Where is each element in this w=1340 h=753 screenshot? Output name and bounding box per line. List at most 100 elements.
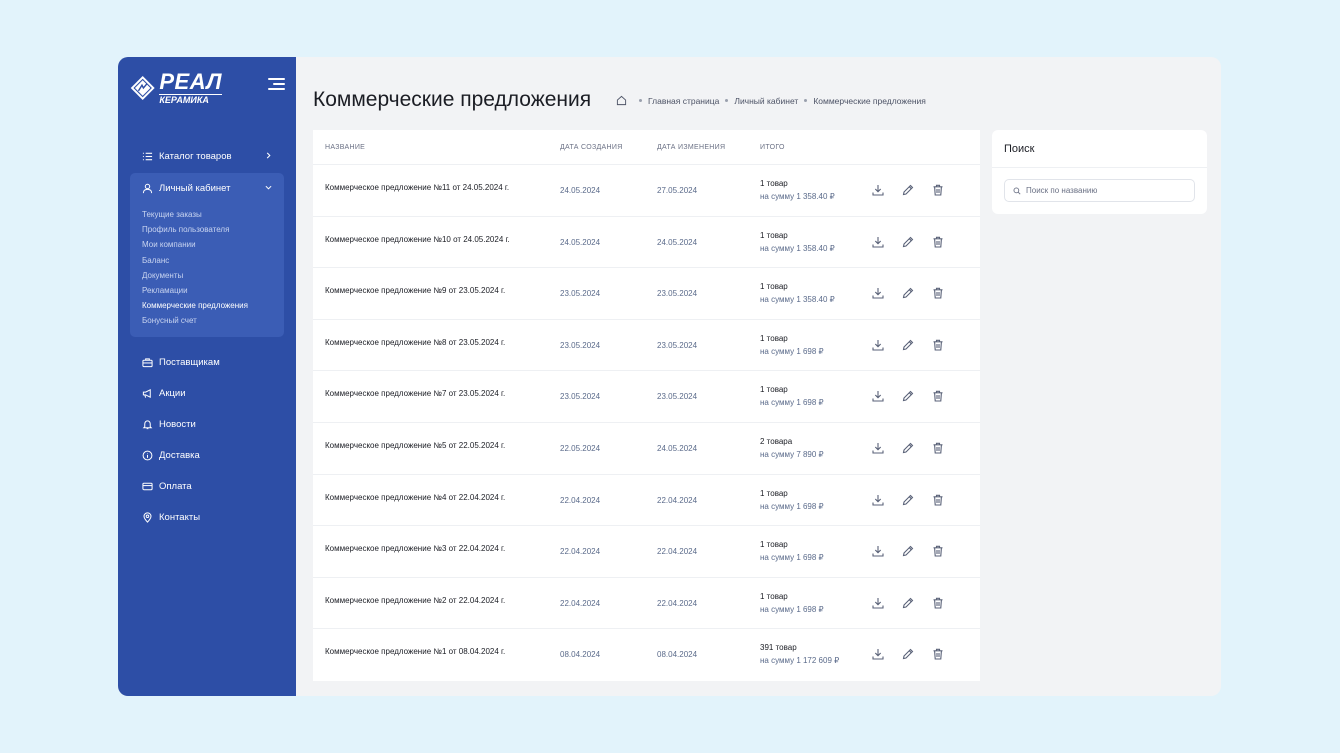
card-icon bbox=[142, 482, 153, 490]
sidebar-item-news[interactable]: Новости bbox=[130, 409, 284, 440]
trash-icon[interactable] bbox=[931, 235, 945, 249]
trash-icon[interactable] bbox=[931, 286, 945, 300]
trash-icon[interactable] bbox=[931, 493, 945, 507]
download-icon[interactable] bbox=[871, 544, 885, 558]
offer-name[interactable]: Коммерческое предложение №9 от 23.05.202… bbox=[325, 286, 505, 295]
sidebar-item-payment[interactable]: Оплата bbox=[130, 471, 284, 502]
offer-name[interactable]: Коммерческое предложение №4 от 22.04.202… bbox=[325, 493, 505, 502]
item-count: 1 товар bbox=[760, 385, 788, 395]
edit-icon[interactable] bbox=[901, 647, 915, 661]
sidebar-item-account[interactable]: Личный кабинет bbox=[130, 173, 284, 204]
total-sum: на сумму 1 698 ₽ bbox=[760, 501, 824, 511]
table-row[interactable]: Коммерческое предложение №7 от 23.05.202… bbox=[313, 371, 980, 423]
edit-icon[interactable] bbox=[901, 235, 915, 249]
search-box[interactable] bbox=[1004, 179, 1195, 202]
breadcrumb-current: Коммерческие предложения bbox=[813, 95, 926, 106]
download-icon[interactable] bbox=[871, 389, 885, 403]
download-icon[interactable] bbox=[871, 596, 885, 610]
table-row[interactable]: Коммерческое предложение №5 от 22.05.202… bbox=[313, 423, 980, 475]
account-submenu: Текущие заказы Профиль пользователя Мои … bbox=[130, 204, 284, 329]
offer-name[interactable]: Коммерческое предложение №5 от 22.05.202… bbox=[325, 441, 505, 450]
offer-name[interactable]: Коммерческое предложение №10 от 24.05.20… bbox=[325, 235, 510, 244]
trash-icon[interactable] bbox=[931, 441, 945, 455]
sidebar-item-contacts[interactable]: Контакты bbox=[130, 502, 284, 533]
edit-icon[interactable] bbox=[901, 286, 915, 300]
offer-name[interactable]: Коммерческое предложение №8 от 23.05.202… bbox=[325, 338, 505, 347]
logo-mark-icon bbox=[130, 76, 155, 100]
submenu-bonus-account[interactable]: Бонусный счет bbox=[142, 313, 284, 328]
trash-icon[interactable] bbox=[931, 338, 945, 352]
edit-icon[interactable] bbox=[901, 183, 915, 197]
download-icon[interactable] bbox=[871, 647, 885, 661]
download-icon[interactable] bbox=[871, 493, 885, 507]
home-icon[interactable] bbox=[616, 95, 627, 106]
edit-icon[interactable] bbox=[901, 338, 915, 352]
trash-icon[interactable] bbox=[931, 183, 945, 197]
edit-icon[interactable] bbox=[901, 596, 915, 610]
sidebar-item-suppliers[interactable]: Поставщикам bbox=[130, 347, 284, 378]
download-icon[interactable] bbox=[871, 441, 885, 455]
table-row[interactable]: Коммерческое предложение №4 от 22.04.202… bbox=[313, 475, 980, 527]
column-header-modified[interactable]: ДАТА ИЗМЕНЕНИЯ bbox=[657, 144, 725, 151]
sidebar-item-promos[interactable]: Акции bbox=[130, 378, 284, 409]
download-icon[interactable] bbox=[871, 338, 885, 352]
sidebar-item-catalog[interactable]: Каталог товаров bbox=[130, 141, 284, 172]
created-date: 22.04.2024 bbox=[560, 547, 601, 557]
offer-name[interactable]: Коммерческое предложение №2 от 22.04.202… bbox=[325, 596, 505, 605]
offer-name[interactable]: Коммерческое предложение №7 от 23.05.202… bbox=[325, 389, 505, 398]
table-row[interactable]: Коммерческое предложение №1 от 08.04.202… bbox=[313, 629, 980, 681]
table-row[interactable]: Коммерческое предложение №3 от 22.04.202… bbox=[313, 526, 980, 578]
column-header-name[interactable]: НАЗВАНИЕ bbox=[325, 144, 365, 151]
submenu-current-orders[interactable]: Текущие заказы bbox=[142, 207, 284, 222]
download-icon[interactable] bbox=[871, 235, 885, 249]
modified-date: 08.04.2024 bbox=[657, 650, 698, 660]
download-icon[interactable] bbox=[871, 286, 885, 300]
submenu-documents[interactable]: Документы bbox=[142, 268, 284, 283]
submenu-commercial-offers[interactable]: Коммерческие предложения bbox=[142, 298, 284, 313]
edit-icon[interactable] bbox=[901, 493, 915, 507]
trash-icon[interactable] bbox=[931, 544, 945, 558]
total-sum: на сумму 1 172 609 ₽ bbox=[760, 656, 840, 666]
offers-table: НАЗВАНИЕ ДАТА СОЗДАНИЯ ДАТА ИЗМЕНЕНИЯ ИТ… bbox=[313, 130, 980, 681]
briefcase-icon bbox=[142, 357, 153, 367]
breadcrumb-home[interactable]: Главная страница bbox=[648, 96, 719, 106]
table-row[interactable]: Коммерческое предложение №10 от 24.05.20… bbox=[313, 217, 980, 269]
modified-date: 23.05.2024 bbox=[657, 289, 698, 299]
submenu-my-companies[interactable]: Мои компании bbox=[142, 237, 284, 252]
total-sum: на сумму 1 698 ₽ bbox=[760, 398, 824, 408]
menu-toggle-icon[interactable] bbox=[268, 77, 285, 91]
created-date: 23.05.2024 bbox=[560, 289, 601, 299]
brand-logo[interactable]: РЕАЛ КЕРАМИКА bbox=[130, 69, 222, 107]
search-input[interactable] bbox=[1026, 186, 1186, 195]
trash-icon[interactable] bbox=[931, 389, 945, 403]
offer-name[interactable]: Коммерческое предложение №1 от 08.04.202… bbox=[325, 647, 505, 656]
modified-date: 22.04.2024 bbox=[657, 547, 698, 557]
submenu-claims[interactable]: Рекламации bbox=[142, 283, 284, 298]
sidebar-item-delivery[interactable]: Доставка bbox=[130, 440, 284, 471]
edit-icon[interactable] bbox=[901, 389, 915, 403]
submenu-user-profile[interactable]: Профиль пользователя bbox=[142, 222, 284, 237]
item-count: 2 товара bbox=[760, 436, 793, 446]
table-row[interactable]: Коммерческое предложение №2 от 22.04.202… bbox=[313, 578, 980, 630]
item-count: 1 товар bbox=[760, 488, 788, 498]
search-panel: Поиск bbox=[992, 130, 1207, 214]
breadcrumb-account[interactable]: Личный кабинет bbox=[734, 96, 798, 106]
table-row[interactable]: Коммерческое предложение №11 от 24.05.20… bbox=[313, 165, 980, 217]
total-sum: на сумму 1 698 ₽ bbox=[760, 553, 824, 563]
trash-icon[interactable] bbox=[931, 647, 945, 661]
total-sum: на сумму 1 698 ₽ bbox=[760, 346, 824, 356]
edit-icon[interactable] bbox=[901, 441, 915, 455]
submenu-balance[interactable]: Баланс bbox=[142, 253, 284, 268]
list-icon bbox=[142, 152, 153, 161]
download-icon[interactable] bbox=[871, 183, 885, 197]
item-count: 1 товар bbox=[760, 333, 788, 343]
offer-name[interactable]: Коммерческое предложение №3 от 22.04.202… bbox=[325, 544, 505, 553]
brand-subtitle: КЕРАМИКА bbox=[159, 94, 222, 105]
column-header-created[interactable]: ДАТА СОЗДАНИЯ bbox=[560, 144, 623, 151]
table-row[interactable]: Коммерческое предложение №8 от 23.05.202… bbox=[313, 320, 980, 372]
user-icon bbox=[142, 183, 153, 194]
trash-icon[interactable] bbox=[931, 596, 945, 610]
table-row[interactable]: Коммерческое предложение №9 от 23.05.202… bbox=[313, 268, 980, 320]
offer-name[interactable]: Коммерческое предложение №11 от 24.05.20… bbox=[325, 183, 509, 192]
edit-icon[interactable] bbox=[901, 544, 915, 558]
